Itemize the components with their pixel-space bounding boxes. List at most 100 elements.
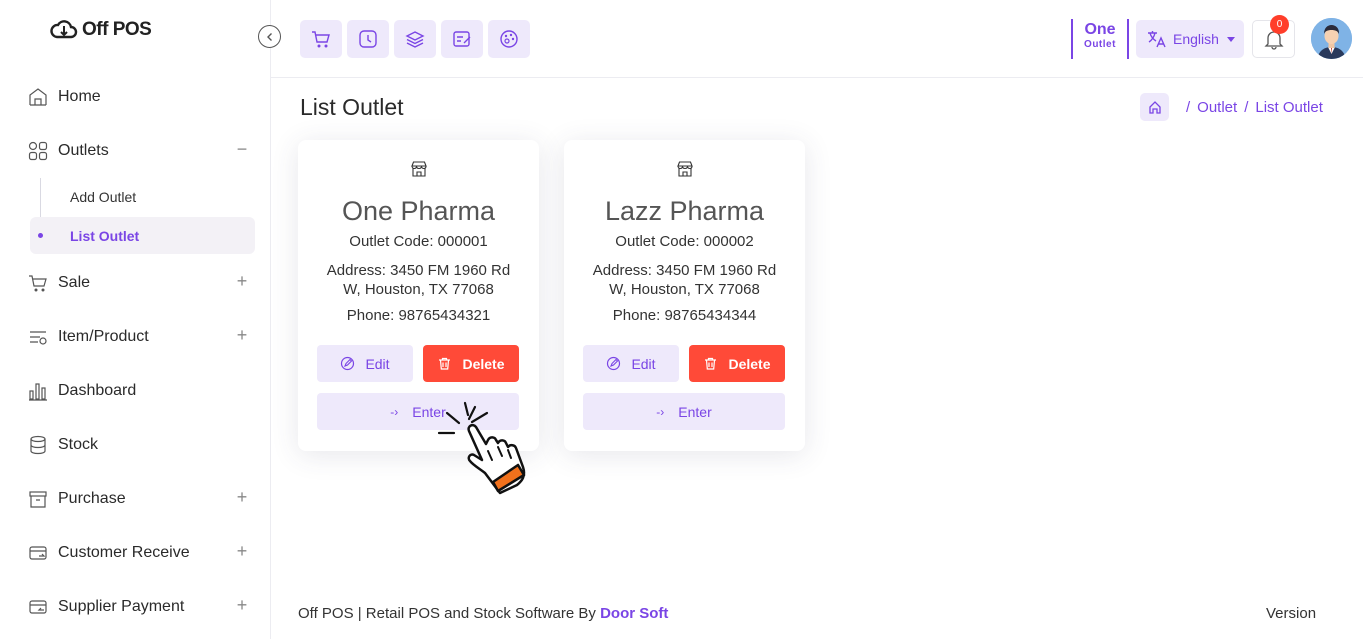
quick-theme-button[interactable] [488, 20, 530, 58]
store-icon [677, 161, 693, 177]
trash-icon [705, 357, 717, 370]
user-avatar[interactable] [1311, 18, 1352, 59]
notification-count-badge: 0 [1270, 15, 1289, 34]
sidebar-item-supplier-payment[interactable]: Supplier Payment + [28, 592, 254, 622]
page-title: List Outlet [300, 94, 404, 120]
sidebar-item-item-product[interactable]: Item/Product + [28, 322, 254, 352]
logo[interactable]: Off POS [50, 18, 152, 42]
sidebar-subitem-add-outlet[interactable]: Add Outlet [30, 178, 255, 215]
sidebar-item-label: Purchase [58, 490, 126, 507]
expand-toggle-icon[interactable]: + [234, 542, 250, 560]
logo-text: Off POS [82, 19, 152, 40]
receive-icon [28, 543, 48, 563]
sidebar-item-label: Outlets [58, 142, 109, 159]
topbar: One Outlet English 0 [271, 0, 1363, 78]
language-selector[interactable]: English [1136, 20, 1244, 58]
sidebar-subitem-label: Add Outlet [70, 188, 137, 205]
sidebar-item-label: Sale [58, 274, 91, 291]
breadcrumb: / Outlet / List Outlet [1140, 93, 1323, 121]
quick-attendance-button[interactable] [347, 20, 389, 58]
edit-label: Edit [631, 355, 656, 372]
quick-note-button[interactable] [441, 20, 483, 58]
edit-icon [341, 356, 355, 371]
language-label: English [1173, 31, 1219, 47]
palette-icon [500, 30, 518, 48]
sidebar-item-outlets[interactable]: Outlets − [28, 136, 254, 166]
home-icon [28, 87, 48, 107]
sidebar-item-label: Item/Product [58, 328, 149, 345]
delete-label: Delete [462, 355, 505, 372]
breadcrumb-outlet[interactable]: Outlet [1197, 99, 1237, 116]
edit-button[interactable]: Edit [583, 345, 679, 382]
edit-note-icon [453, 31, 471, 47]
outlet-address: Address: 3450 FM 1960 Rd W, Houston, TX … [326, 262, 511, 298]
edit-button[interactable]: Edit [317, 345, 413, 382]
list-icon [28, 327, 48, 347]
cart-icon [28, 273, 48, 293]
sidebar-item-label: Customer Receive [58, 544, 190, 561]
translate-icon [1148, 31, 1166, 48]
outlet-code: Outlet Code: 000001 [349, 233, 488, 250]
breadcrumb-separator: / [1244, 98, 1249, 116]
edit-icon [607, 356, 621, 371]
active-dot [38, 233, 43, 238]
sidebar-item-label: Stock [58, 436, 99, 453]
sidebar-subitem-label: List Outlet [70, 227, 140, 244]
app-root: Off POS Home Outlets − Add Outlet List O… [0, 0, 1363, 639]
quick-stock-button[interactable] [394, 20, 436, 58]
delete-button[interactable]: Delete [689, 345, 785, 382]
cloud-logo-icon [50, 20, 78, 39]
database-icon [28, 435, 48, 455]
current-outlet-indicator[interactable]: One Outlet [1071, 19, 1129, 59]
version-label: Version [1266, 605, 1317, 622]
breadcrumb-separator: / [1186, 98, 1191, 116]
outlet-name: Lazz Pharma [604, 196, 765, 226]
outlet-code: Outlet Code: 000002 [615, 233, 754, 250]
expand-toggle-icon[interactable]: + [234, 326, 250, 344]
outlet-phone: Phone: 98765434321 [346, 307, 491, 324]
arrow-right-icon: -› [656, 404, 665, 419]
arrow-right-icon: -› [390, 404, 399, 419]
sidebar-item-home[interactable]: Home [28, 82, 254, 112]
chevron-left-icon [266, 32, 272, 41]
sidebar-item-sale[interactable]: Sale + [28, 268, 254, 298]
archive-icon [28, 489, 48, 509]
grid-icon [28, 141, 48, 161]
collapse-toggle-icon[interactable]: − [234, 140, 250, 158]
pointer-hand-icon [437, 401, 526, 495]
layers-icon [405, 31, 425, 48]
sidebar-item-label: Home [58, 88, 101, 105]
sidebar-item-purchase[interactable]: Purchase + [28, 484, 254, 514]
footer: Off POS | Retail POS and Stock Software … [298, 605, 668, 622]
expand-toggle-icon[interactable]: + [234, 488, 250, 506]
sidebar-collapse-button[interactable] [258, 25, 281, 48]
outlet-card: Lazz Pharma Outlet Code: 000002 Address:… [564, 140, 805, 451]
edit-label: Edit [365, 355, 390, 372]
clock-icon [359, 30, 377, 48]
current-outlet-name: One [1084, 21, 1116, 38]
sidebar-item-dashboard[interactable]: Dashboard [28, 376, 254, 406]
sidebar-item-customer-receive[interactable]: Customer Receive + [28, 538, 254, 568]
expand-toggle-icon[interactable]: + [234, 272, 250, 290]
breadcrumb-home[interactable] [1140, 93, 1169, 121]
expand-toggle-icon[interactable]: + [234, 596, 250, 614]
home-icon [1148, 101, 1161, 114]
enter-button[interactable]: -› Enter [583, 393, 785, 430]
sidebar-subitem-list-outlet[interactable]: List Outlet [30, 217, 255, 254]
outlet-phone: Phone: 98765434344 [612, 307, 757, 324]
footer-brand-link[interactable]: Door Soft [600, 605, 668, 622]
breadcrumb-current: List Outlet [1255, 98, 1323, 116]
outlet-name: One Pharma [341, 196, 496, 226]
sidebar-item-stock[interactable]: Stock [28, 430, 254, 460]
sidebar-item-label: Dashboard [58, 382, 137, 399]
outlet-address: Address: 3450 FM 1960 Rd W, Houston, TX … [592, 262, 777, 298]
delete-button[interactable]: Delete [423, 345, 519, 382]
quick-sale-button[interactable] [300, 20, 342, 58]
sidebar: Off POS Home Outlets − Add Outlet List O… [0, 0, 271, 639]
bar-chart-icon [28, 381, 48, 401]
cart-icon [312, 31, 330, 48]
user-avatar-icon [1311, 18, 1352, 59]
delete-label: Delete [728, 355, 771, 372]
payment-icon [28, 597, 48, 617]
caret-down-icon [1226, 36, 1235, 42]
